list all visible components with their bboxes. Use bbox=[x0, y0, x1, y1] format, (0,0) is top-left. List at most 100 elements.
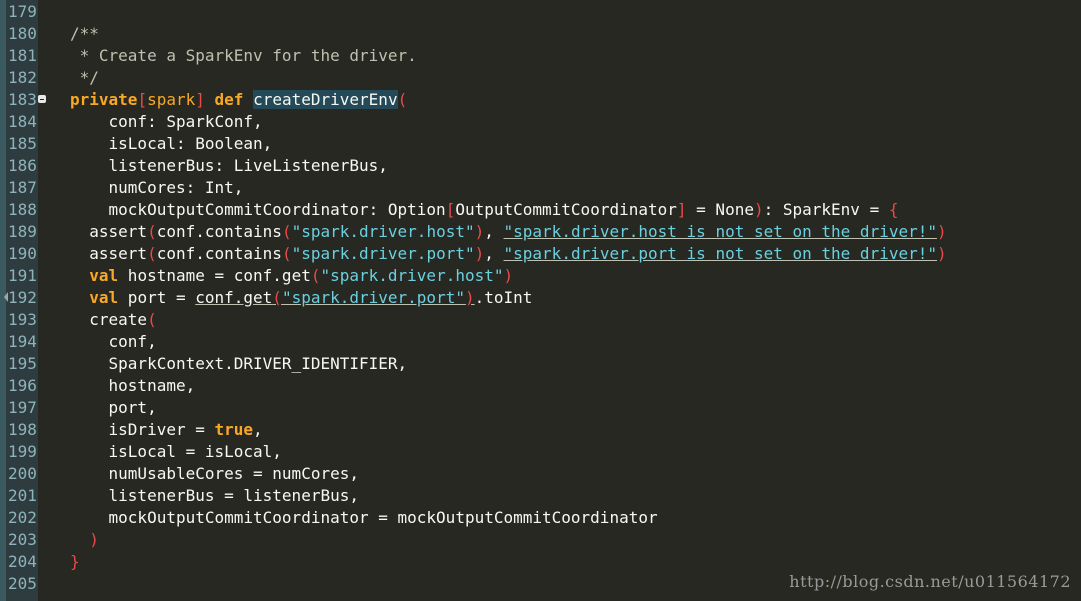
watermark: http://blog.csdn.net/u011564172 bbox=[789, 572, 1071, 591]
code-line[interactable]: 199 isLocal = isLocal, bbox=[0, 441, 1081, 463]
fold-collapse-icon[interactable] bbox=[38, 95, 46, 103]
code-editor[interactable]: 179 180 /** 181 * Create a SparkEnv for the… bbox=[0, 0, 1081, 601]
code-token: , bbox=[253, 420, 263, 439]
code-line[interactable]: 193 create( bbox=[0, 309, 1081, 331]
code-line[interactable]: 181 * Create a SparkEnv for the driver. bbox=[0, 45, 1081, 67]
line-number: 202 bbox=[8, 508, 37, 527]
code-token: .toInt bbox=[474, 288, 533, 307]
code-token: } bbox=[70, 552, 80, 571]
code-token: numCores bbox=[70, 178, 186, 197]
code-line[interactable]: 184 conf: SparkConf, bbox=[0, 111, 1081, 133]
code-token: isLocal bbox=[70, 134, 176, 153]
code-line[interactable]: 203 ) bbox=[0, 529, 1081, 551]
code-token: ( bbox=[272, 288, 282, 307]
code-token: numUsableCores = numCores, bbox=[70, 464, 359, 483]
code-text: isLocal: Boolean, bbox=[70, 133, 273, 155]
line-number: 181 bbox=[8, 46, 37, 65]
line-number: 201 bbox=[8, 486, 37, 505]
code-line[interactable]: 180 /** bbox=[0, 23, 1081, 45]
code-token: "spark.driver.port is not set on the dri… bbox=[503, 244, 937, 263]
code-token: ) bbox=[937, 222, 947, 241]
code-token: conf.contains bbox=[156, 244, 282, 263]
code-token: ( bbox=[397, 90, 408, 109]
code-token: ) bbox=[503, 266, 514, 285]
code-line[interactable]: 183 private[spark] def createDriverEnv( bbox=[0, 89, 1081, 111]
code-text: mockOutputCommitCoordinator = mockOutput… bbox=[70, 507, 658, 529]
line-number: 203 bbox=[8, 530, 37, 549]
code-token: ) bbox=[464, 288, 475, 307]
code-line[interactable]: 186 listenerBus: LiveListenerBus, bbox=[0, 155, 1081, 177]
code-text: val port = conf.get("spark.driver.port")… bbox=[70, 287, 532, 309]
code-text: create( bbox=[70, 309, 156, 331]
code-line[interactable]: 195 SparkContext.DRIVER_IDENTIFIER, bbox=[0, 353, 1081, 375]
line-number: 186 bbox=[8, 156, 37, 175]
code-text: conf: SparkConf, bbox=[70, 111, 263, 133]
code-token: = None bbox=[686, 200, 754, 219]
code-token: /** bbox=[70, 24, 99, 43]
code-line[interactable]: 182 */ bbox=[0, 67, 1081, 89]
code-text: port, bbox=[70, 397, 157, 419]
code-text: assert(conf.contains("spark.driver.port"… bbox=[70, 243, 946, 265]
code-token: "spark.driver.port" bbox=[291, 244, 475, 263]
code-text: * Create a SparkEnv for the driver. bbox=[70, 45, 417, 67]
code-line[interactable]: 198 isDriver = true, bbox=[0, 419, 1081, 441]
code-text: private[spark] def createDriverEnv( bbox=[70, 89, 407, 111]
code-token: port = bbox=[118, 288, 196, 307]
line-number: 192 bbox=[8, 288, 37, 307]
code-token: "spark.driver.host is not set on the dri… bbox=[503, 222, 937, 241]
code-token: "spark.driver.port" bbox=[281, 288, 465, 307]
code-line[interactable]: 190 assert(conf.contains("spark.driver.p… bbox=[0, 243, 1081, 265]
code-token: listenerBus = listenerBus, bbox=[70, 486, 359, 505]
code-line[interactable]: 204} bbox=[0, 551, 1081, 573]
code-token: mockOutputCommitCoordinator = mockOutput… bbox=[70, 508, 658, 527]
line-number: 179 bbox=[8, 2, 37, 21]
line-number: 195 bbox=[8, 354, 37, 373]
code-text: ) bbox=[70, 529, 99, 551]
code-line[interactable]: 179 bbox=[0, 1, 1081, 23]
line-number: 196 bbox=[8, 376, 37, 395]
code-token: { bbox=[888, 200, 899, 219]
code-token: [ bbox=[445, 200, 456, 219]
code-token: ( bbox=[281, 244, 292, 263]
code-line[interactable]: 185 isLocal: Boolean, bbox=[0, 133, 1081, 155]
code-line[interactable]: 196 hostname, bbox=[0, 375, 1081, 397]
code-line[interactable]: 194 conf, bbox=[0, 331, 1081, 353]
code-token: hostname = conf.get bbox=[118, 266, 311, 285]
code-token: : SparkEnv = bbox=[763, 200, 889, 219]
code-token: "spark.driver.host" bbox=[320, 266, 504, 285]
code-line[interactable]: 197 port, bbox=[0, 397, 1081, 419]
code-line[interactable]: 201 listenerBus = listenerBus, bbox=[0, 485, 1081, 507]
code-token: SparkContext.DRIVER_IDENTIFIER, bbox=[70, 354, 408, 373]
code-line[interactable]: 192 val port = conf.get("spark.driver.po… bbox=[0, 287, 1081, 309]
line-number: 188 bbox=[8, 200, 37, 219]
code-text: hostname, bbox=[70, 375, 196, 397]
code-line[interactable]: 200 numUsableCores = numCores, bbox=[0, 463, 1081, 485]
code-text: numCores: Int, bbox=[70, 177, 244, 199]
code-line[interactable]: 202 mockOutputCommitCoordinator = mockOu… bbox=[0, 507, 1081, 529]
line-number: 198 bbox=[8, 420, 37, 439]
line-number: 190 bbox=[8, 244, 37, 263]
code-token: * Create a SparkEnv for the driver. bbox=[70, 46, 417, 65]
code-text: numUsableCores = numCores, bbox=[70, 463, 359, 485]
code-token: val bbox=[89, 266, 119, 285]
line-number: 180 bbox=[8, 24, 37, 43]
code-text: val hostname = conf.get("spark.driver.ho… bbox=[70, 265, 513, 287]
code-token: conf bbox=[70, 112, 148, 131]
code-line[interactable]: 189 assert(conf.contains("spark.driver.h… bbox=[0, 221, 1081, 243]
line-number: 200 bbox=[8, 464, 37, 483]
breakpoint-marker-icon bbox=[4, 292, 8, 302]
code-token: : Option bbox=[368, 200, 446, 219]
code-token: ) bbox=[753, 200, 764, 219]
code-line[interactable]: 191 val hostname = conf.get("spark.drive… bbox=[0, 265, 1081, 287]
code-token: true bbox=[214, 420, 254, 439]
line-number: 191 bbox=[8, 266, 37, 285]
code-line[interactable]: 188 mockOutputCommitCoordinator: Option[… bbox=[0, 199, 1081, 221]
code-text: SparkContext.DRIVER_IDENTIFIER, bbox=[70, 353, 408, 375]
code-token: listenerBus bbox=[70, 156, 215, 175]
line-number: 204 bbox=[8, 552, 37, 571]
code-token: conf.contains bbox=[156, 222, 282, 241]
code-line[interactable]: 187 numCores: Int, bbox=[0, 177, 1081, 199]
